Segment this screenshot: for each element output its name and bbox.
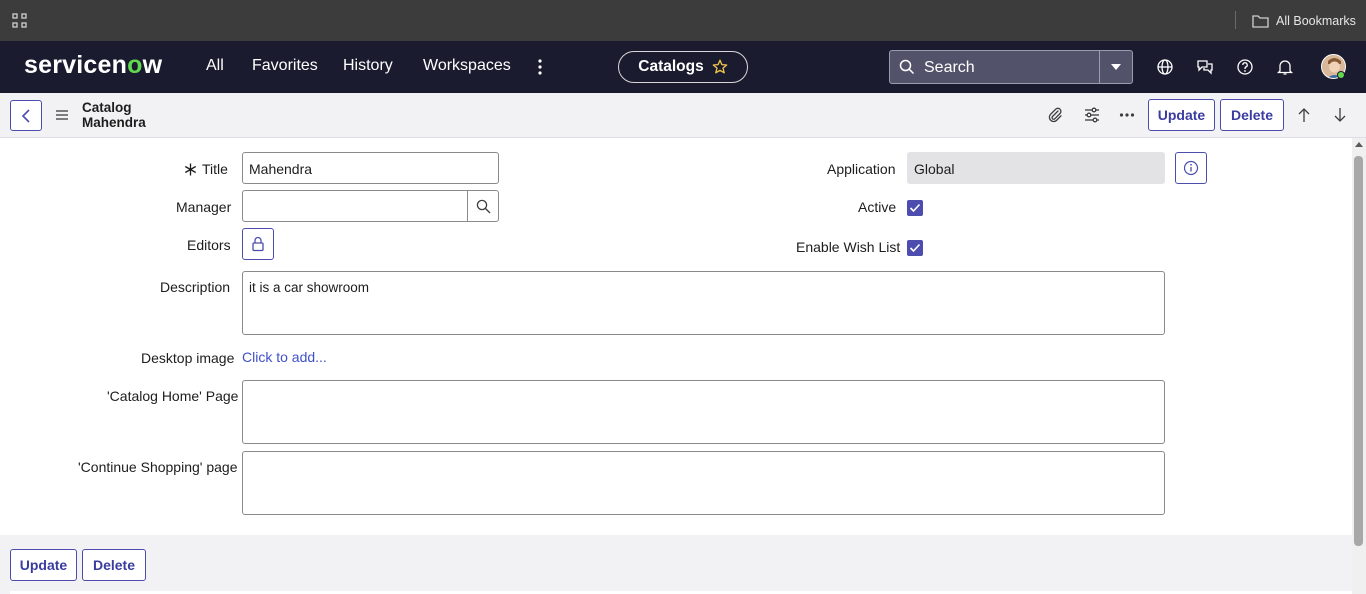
folder-icon (1252, 14, 1269, 28)
chat-icon[interactable] (1196, 58, 1214, 76)
title-field[interactable]: Mahendra (242, 152, 499, 184)
active-label: Active (858, 199, 897, 215)
back-button[interactable] (10, 100, 42, 131)
lock-icon (252, 236, 264, 252)
title-label: Title (202, 161, 228, 177)
servicenow-logo[interactable]: servicenow (24, 51, 162, 80)
record-type-label: Catalog (82, 100, 132, 115)
enable-wish-list-label: Enable Wish List (796, 239, 901, 255)
personalize-sliders-icon[interactable] (1083, 106, 1101, 124)
mandatory-asterisk-icon (184, 163, 197, 176)
logo-text-o: o (127, 51, 143, 79)
search-icon (899, 59, 915, 75)
star-icon[interactable] (712, 59, 728, 75)
scroll-up-arrow[interactable] (1355, 142, 1363, 147)
nav-workspaces[interactable]: Workspaces (423, 57, 511, 75)
context-pill-label: Catalogs (638, 58, 704, 75)
manager-lookup-button[interactable] (467, 190, 499, 222)
footer-update-button[interactable]: Update (10, 549, 77, 581)
chevron-left-icon (21, 108, 30, 123)
nav-history[interactable]: History (343, 57, 393, 75)
desktop-image-add-link[interactable]: Click to add... (242, 349, 327, 365)
footer-delete-button[interactable]: Delete (82, 549, 146, 581)
desktop-image-label: Desktop image (141, 350, 235, 366)
editors-unlock-button[interactable] (242, 228, 274, 260)
search-scope-dropdown[interactable] (1099, 51, 1132, 83)
bookmarks-separator (1235, 11, 1236, 29)
more-options-icon[interactable] (1118, 106, 1136, 124)
form-title-bar: Catalog Mahendra Update Delete (0, 93, 1366, 138)
search-icon (476, 199, 490, 213)
active-checkbox[interactable] (907, 200, 923, 216)
nav-favorites[interactable]: Favorites (252, 57, 318, 75)
checkmark-icon (909, 243, 921, 253)
search-label: Search (924, 59, 975, 76)
logo-text-a: servicen (24, 51, 128, 79)
description-label: Description (160, 279, 231, 295)
info-icon (1183, 160, 1199, 176)
continue-shopping-page-label: 'Continue Shopping' page (78, 459, 238, 475)
help-icon[interactable] (1236, 58, 1254, 76)
globe-icon[interactable] (1156, 58, 1174, 76)
catalog-home-page-textarea[interactable] (242, 380, 1165, 444)
manager-field[interactable] (242, 190, 468, 222)
caret-down-icon (1111, 64, 1121, 70)
continue-shopping-page-textarea[interactable] (242, 451, 1165, 515)
scrollbar-thumb[interactable] (1354, 156, 1363, 546)
context-pill-catalogs[interactable]: Catalogs (618, 51, 748, 83)
notifications-bell-icon[interactable] (1276, 58, 1294, 76)
global-search-input[interactable]: Search (889, 50, 1133, 84)
apps-grid-icon[interactable] (12, 13, 27, 28)
header-update-button[interactable]: Update (1148, 99, 1215, 131)
all-bookmarks-label: All Bookmarks (1276, 13, 1356, 28)
description-textarea[interactable]: it is a car showroom (242, 271, 1165, 335)
more-vertical-icon[interactable] (533, 58, 547, 76)
previous-record-arrow-up-icon[interactable] (1295, 106, 1313, 124)
catalog-form: Title Mahendra Manager Editors Applicati… (0, 138, 1352, 535)
next-record-arrow-down-icon[interactable] (1331, 106, 1349, 124)
application-info-button[interactable] (1175, 152, 1207, 184)
manager-label: Manager (176, 199, 232, 215)
catalog-home-page-label: 'Catalog Home' Page (107, 388, 239, 404)
record-name-label: Mahendra (82, 115, 146, 130)
user-online-status-dot (1337, 71, 1345, 79)
header-delete-button[interactable]: Delete (1220, 99, 1284, 131)
editors-label: Editors (187, 237, 231, 253)
browser-bookmarks-bar: All Bookmarks (0, 0, 1366, 41)
form-context-menu-icon[interactable] (55, 108, 69, 122)
application-label: Application (827, 161, 896, 177)
all-bookmarks-button[interactable]: All Bookmarks (1252, 12, 1356, 29)
logo-text-b: w (142, 51, 163, 79)
nav-all[interactable]: All (206, 57, 224, 75)
servicenow-header: servicenow All Favorites History Workspa… (0, 41, 1366, 93)
application-field: Global (907, 152, 1165, 184)
form-footer: Update Delete (0, 535, 1352, 594)
enable-wish-list-checkbox[interactable] (907, 240, 923, 256)
attachment-paperclip-icon[interactable] (1046, 106, 1064, 124)
checkmark-icon (909, 203, 921, 213)
